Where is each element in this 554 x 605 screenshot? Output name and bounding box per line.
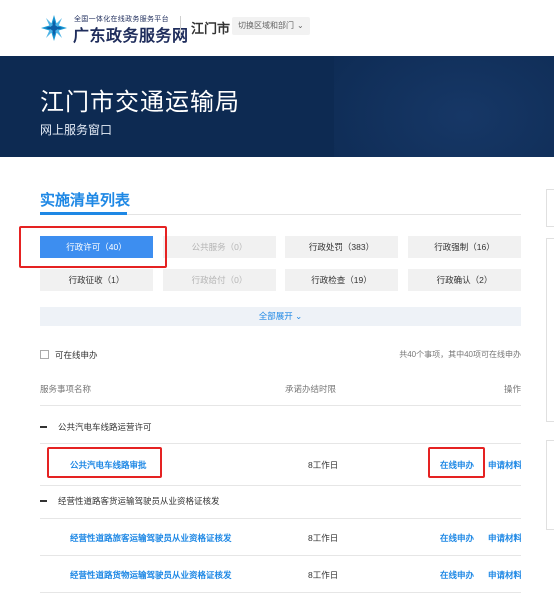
department-banner: 江门市交通运输局 网上服务窗口 [0,56,554,157]
service-item-link[interactable]: 经营性道路旅客运输驾驶员从业资格证核发 [70,532,232,544]
category-tab[interactable]: 行政征收（1） [40,269,153,291]
group-row: 公共汽电车线路运营许可 [40,419,521,433]
group-name: 公共汽电车线路运营许可 [58,422,152,432]
column-header-name: 服务事项名称 [40,384,92,394]
starburst-logo-icon[interactable] [40,14,68,42]
apply-online-link[interactable]: 在线申办 [440,532,474,544]
apply-online-link[interactable]: 在线申办 [440,569,474,581]
category-tab[interactable]: 公共服务（0） [163,236,276,258]
chevron-down-icon: ⌄ [297,21,304,30]
top-header: 全国一体化在线政务服务平台 广东政务服务网 江门市 切换区域和部门 ⌄ [0,0,554,56]
table-divider [40,518,521,519]
header-divider [180,16,181,38]
category-tab[interactable]: 行政确认（2） [408,269,521,291]
materials-link[interactable]: 申请材料 [488,532,521,544]
section-title-underline [40,212,127,215]
minus-icon[interactable] [40,500,47,502]
minus-icon[interactable] [40,426,47,428]
table-divider [40,485,521,486]
side-panel-edge [546,440,554,530]
service-time-limit: 8工作日 [308,570,339,580]
column-header-limit: 承诺办结时限 [285,384,337,394]
department-title: 江门市交通运输局 [40,89,240,116]
column-header-action: 操作 [504,384,522,394]
online-only-checkbox[interactable] [40,350,49,359]
department-subtitle: 网上服务窗口 [40,123,113,137]
chevron-down-icon: ⌄ [295,311,303,321]
category-tab[interactable]: 行政处罚（383） [285,236,398,258]
service-item-link[interactable]: 经营性道路货物运输驾驶员从业资格证核发 [70,569,232,581]
switch-region-dropdown[interactable]: 切换区域和部门 ⌄ [232,17,310,35]
category-tab[interactable]: 行政检查（19） [285,269,398,291]
section-title: 实施清单列表 [40,192,131,209]
service-time-limit: 8工作日 [308,533,339,543]
switch-region-label: 切换区域和部门 [238,21,294,30]
online-only-label: 可在线申办 [55,350,98,360]
table-divider [40,592,521,593]
table-divider [40,405,521,406]
platform-name[interactable]: 广东政务服务网 [73,22,189,46]
category-tab[interactable]: 行政许可（40） [40,236,153,258]
expand-all-label: 全部展开 [258,311,293,321]
table-divider [40,443,521,444]
apply-online-link[interactable]: 在线申办 [440,459,474,471]
category-tab[interactable]: 行政给付（0） [163,269,276,291]
group-row: 经营性道路客货运输驾驶员从业资格证核发 [40,493,521,507]
expand-all-button[interactable]: 全部展开 ⌄ [40,307,521,326]
service-time-limit: 8工作日 [308,460,339,470]
table-divider [40,555,521,556]
current-city: 江门市 [191,21,231,36]
materials-link[interactable]: 申请材料 [488,569,521,581]
side-panel-edge [546,189,554,227]
side-panel-edge [546,238,554,422]
materials-link[interactable]: 申请材料 [488,459,521,471]
result-summary: 共40个事项，其中40项可在线申办 [399,350,521,359]
service-item-link[interactable]: 公共汽电车线路审批 [70,459,147,471]
category-tab[interactable]: 行政强制（16） [408,236,521,258]
group-name: 经营性道路客货运输驾驶员从业资格证核发 [58,496,220,506]
